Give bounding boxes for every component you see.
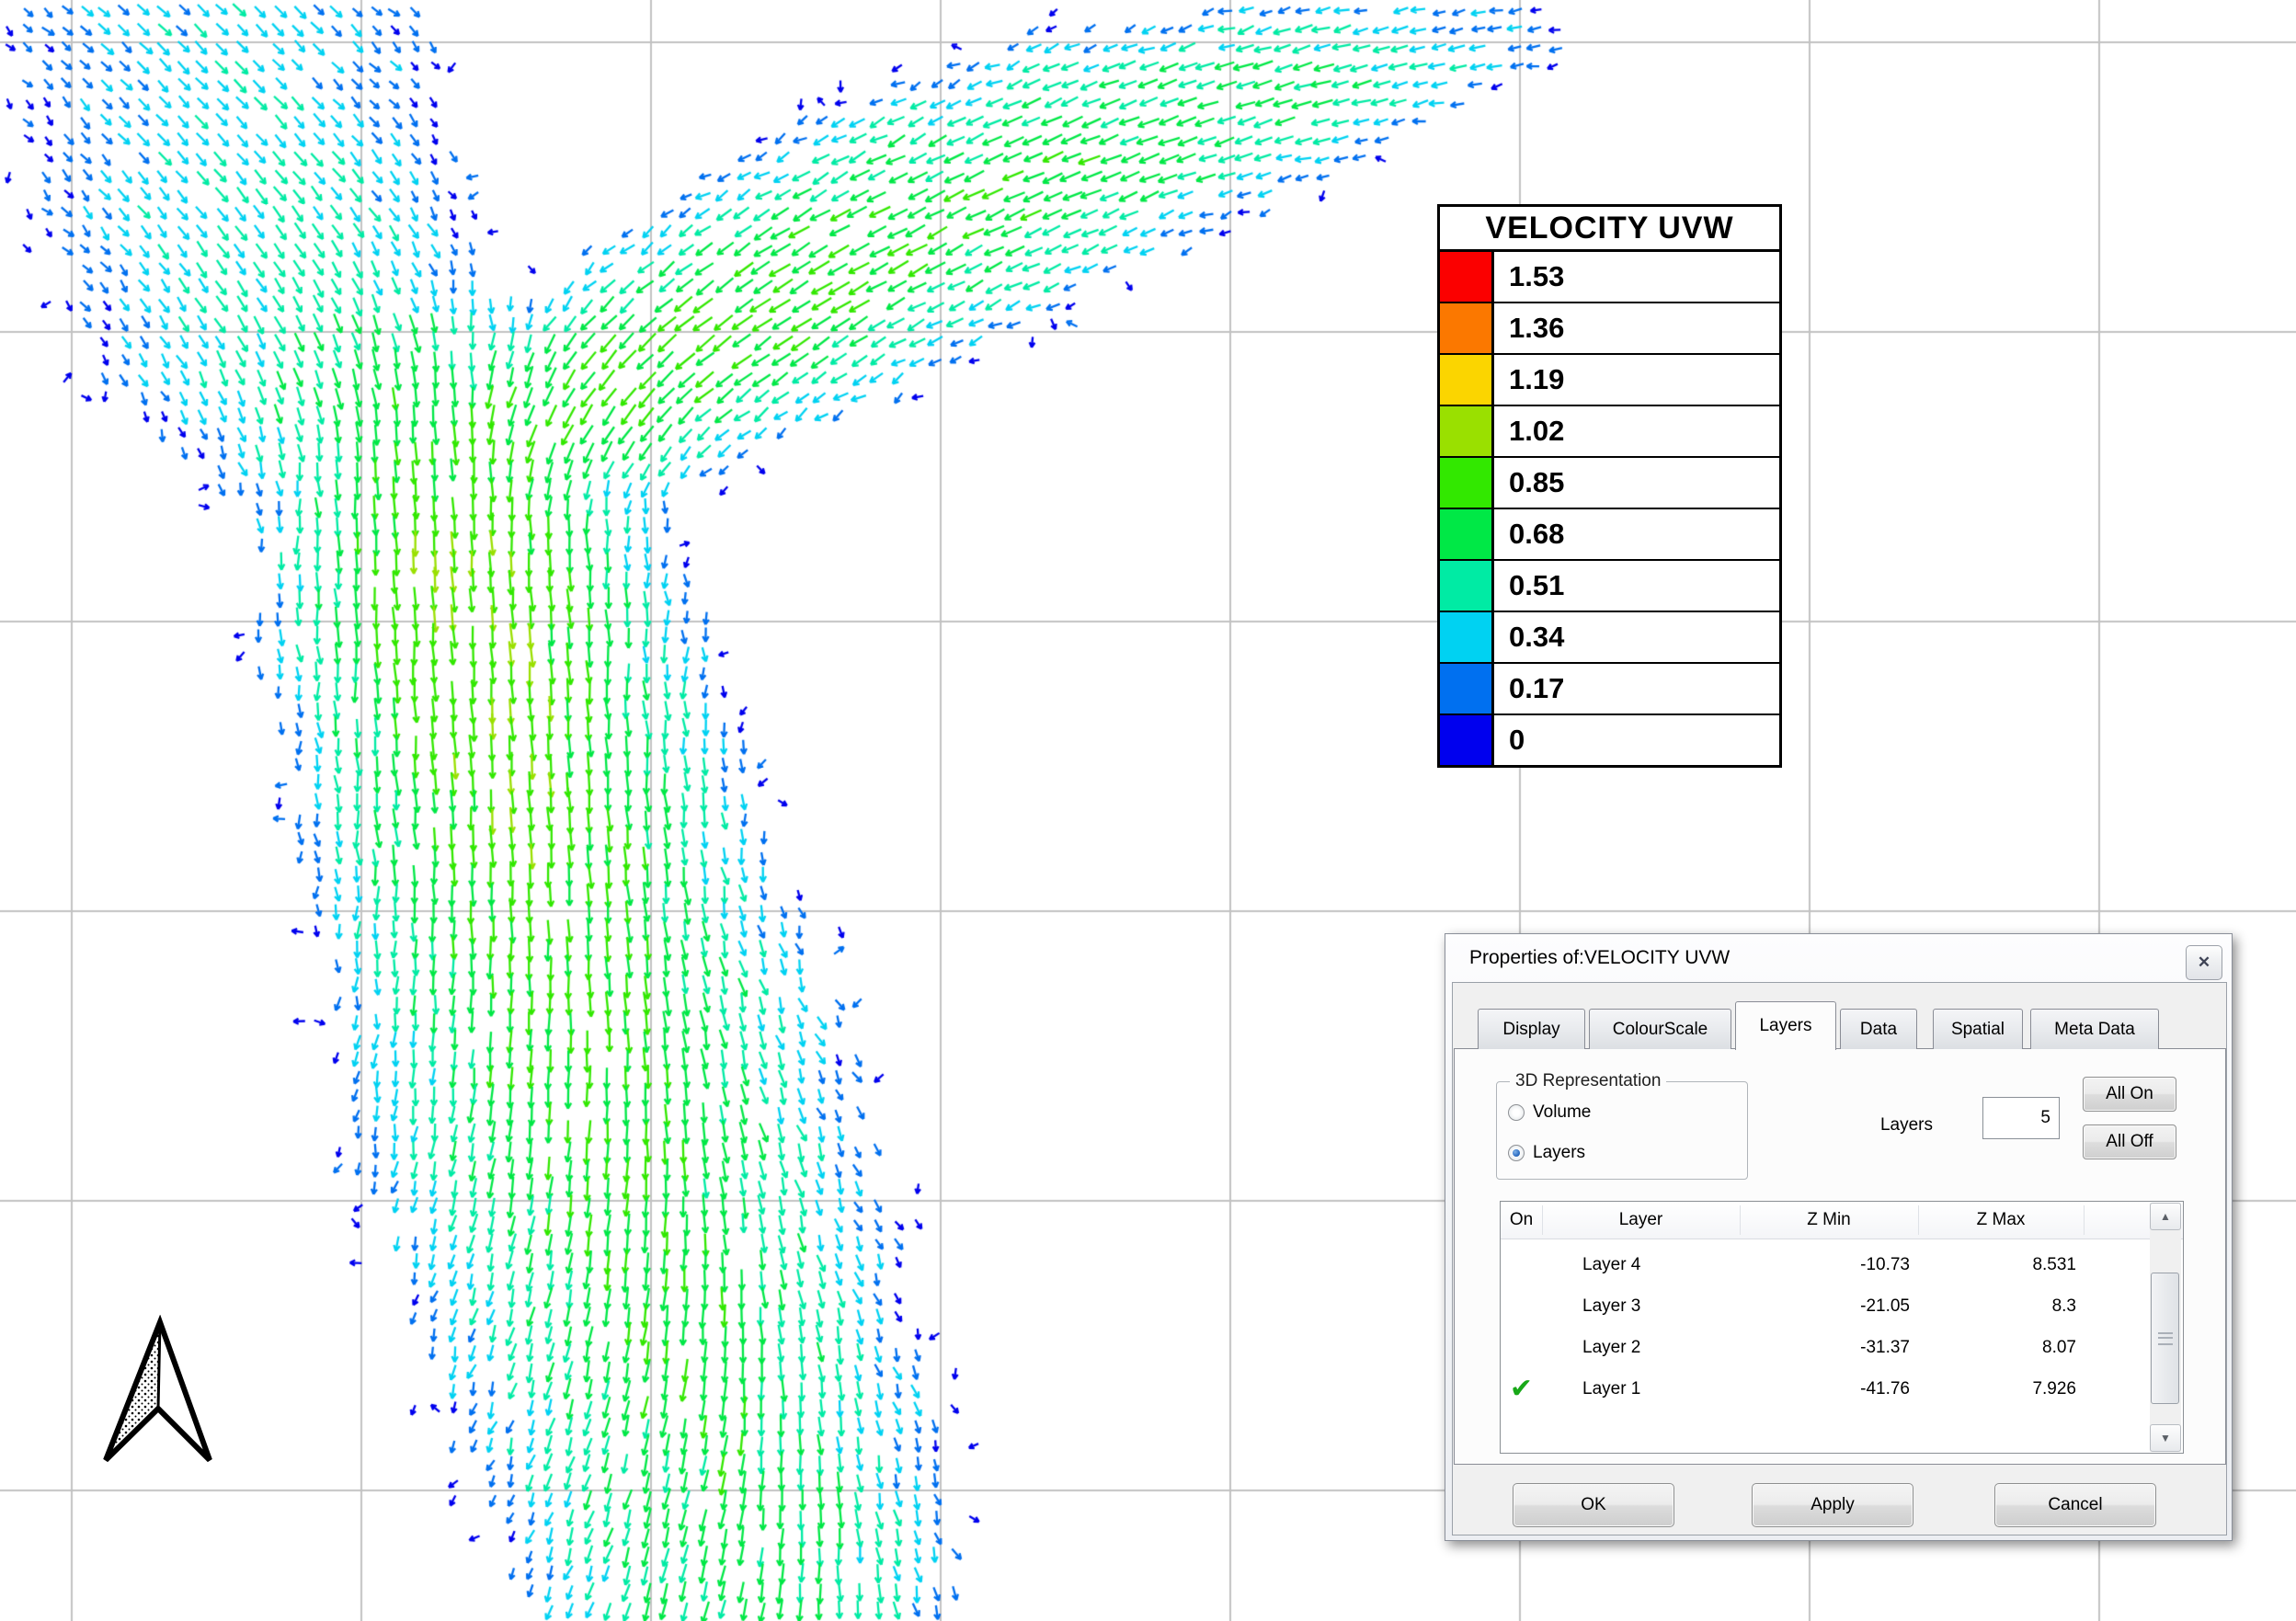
legend-row: 0.17 — [1440, 664, 1779, 715]
legend-row: 0.68 — [1440, 509, 1779, 561]
apply-button[interactable]: Apply — [1752, 1483, 1913, 1527]
legend-title: VELOCITY UVW — [1440, 207, 1779, 252]
legend-swatch — [1440, 561, 1494, 611]
table-row[interactable]: ✔ Layer 1 -41.76 7.926 — [1501, 1368, 2144, 1410]
scroll-down-icon[interactable]: ▼ — [2150, 1424, 2181, 1452]
legend-swatch — [1440, 252, 1494, 302]
legend-value: 1.02 — [1494, 406, 1779, 456]
column-header-layer[interactable]: Layer — [1542, 1202, 1740, 1239]
representation-group-label: 3D Representation — [1510, 1071, 1666, 1091]
row-check[interactable] — [1501, 1327, 1542, 1368]
row-zmin: -41.76 — [1740, 1368, 1910, 1410]
row-check[interactable] — [1501, 1244, 1542, 1285]
row-zmin: -21.05 — [1740, 1285, 1910, 1327]
row-layer-name: Layer 4 — [1582, 1244, 1640, 1285]
representation-group: 3D Representation Volume Layers — [1496, 1081, 1748, 1180]
row-zmin: -10.73 — [1740, 1244, 1910, 1285]
column-header-zmax[interactable]: Z Max — [1918, 1202, 2084, 1239]
row-zmax: 8.531 — [1918, 1244, 2076, 1285]
legend-value: 0.17 — [1494, 664, 1779, 713]
scrollbar-grip — [2158, 1332, 2173, 1345]
legend-value: 0.51 — [1494, 561, 1779, 611]
row-zmax: 7.926 — [1918, 1368, 2076, 1410]
tab-spatial[interactable]: Spatial — [1933, 1009, 2023, 1049]
layers-table-header: On Layer Z Min Z Max — [1501, 1202, 2183, 1239]
ok-button[interactable]: OK — [1513, 1483, 1674, 1527]
dialog-title: Properties of:VELOCITY UVW — [1469, 947, 1730, 969]
legend-row: 0 — [1440, 715, 1779, 765]
radio-layers-circle[interactable] — [1508, 1145, 1525, 1161]
legend-swatch — [1440, 458, 1494, 508]
row-layer-name: Layer 2 — [1582, 1327, 1640, 1368]
tab-meta-data[interactable]: Meta Data — [2030, 1009, 2159, 1049]
column-header-zmin[interactable]: Z Min — [1740, 1202, 1918, 1239]
row-zmin: -31.37 — [1740, 1327, 1910, 1368]
legend-value: 1.19 — [1494, 355, 1779, 405]
tab-layers[interactable]: Layers — [1735, 1001, 1836, 1050]
column-separator — [1542, 1205, 1543, 1235]
layers-count-label: Layers — [1850, 1115, 1933, 1136]
radio-volume-circle[interactable] — [1508, 1104, 1525, 1121]
row-layer-name: Layer 3 — [1582, 1285, 1640, 1327]
column-separator — [1918, 1205, 1919, 1235]
all-on-button[interactable]: All On — [2083, 1077, 2176, 1112]
tab-data[interactable]: Data — [1840, 1009, 1917, 1049]
legend-swatch — [1440, 355, 1494, 405]
table-row[interactable]: Layer 3 -21.05 8.3 — [1501, 1285, 2144, 1327]
legend-value: 0.85 — [1494, 458, 1779, 508]
legend-value: 0 — [1494, 715, 1779, 765]
radio-layers[interactable]: Layers — [1508, 1143, 1585, 1163]
row-check[interactable] — [1501, 1285, 1542, 1327]
legend-swatch — [1440, 715, 1494, 765]
scrollbar-thumb[interactable] — [2151, 1273, 2179, 1404]
column-separator — [2084, 1205, 2085, 1235]
radio-volume-label: Volume — [1533, 1102, 1591, 1123]
legend-swatch — [1440, 612, 1494, 662]
legend-swatch — [1440, 303, 1494, 353]
all-off-button[interactable]: All Off — [2083, 1124, 2176, 1159]
legend-row: 0.85 — [1440, 458, 1779, 509]
layers-table: On Layer Z Min Z Max Layer 4 -10.73 8.53… — [1500, 1201, 2184, 1454]
app-viewport: { "map": { "background": "#ffffff", "gri… — [0, 0, 2296, 1621]
legend-row: 1.36 — [1440, 303, 1779, 355]
legend-value: 1.53 — [1494, 252, 1779, 302]
legend: VELOCITY UVW 1.53 1.36 1.19 1.02 0.85 0.… — [1437, 204, 1782, 768]
tab-colourscale[interactable]: ColourScale — [1589, 1009, 1731, 1049]
legend-row: 1.53 — [1440, 252, 1779, 303]
table-scrollbar[interactable]: ▲ ▼ — [2150, 1203, 2181, 1452]
legend-swatch — [1440, 509, 1494, 559]
legend-row: 0.34 — [1440, 612, 1779, 664]
row-zmax: 8.07 — [1918, 1327, 2076, 1368]
legend-swatch — [1440, 406, 1494, 456]
row-layer-name: Layer 1 — [1582, 1368, 1640, 1410]
legend-row: 1.19 — [1440, 355, 1779, 406]
check-icon[interactable]: ✔ — [1501, 1368, 1542, 1410]
tab-display[interactable]: Display — [1478, 1009, 1585, 1049]
radio-volume[interactable]: Volume — [1508, 1102, 1591, 1123]
table-row[interactable]: Layer 2 -31.37 8.07 — [1501, 1327, 2144, 1368]
legend-swatch — [1440, 664, 1494, 713]
legend-value: 0.68 — [1494, 509, 1779, 559]
row-zmax: 8.3 — [1918, 1285, 2076, 1327]
legend-row: 0.51 — [1440, 561, 1779, 612]
legend-value: 1.36 — [1494, 303, 1779, 353]
legend-row: 1.02 — [1440, 406, 1779, 458]
scroll-up-icon[interactable]: ▲ — [2150, 1203, 2181, 1230]
close-icon[interactable]: ✕ — [2186, 945, 2222, 980]
column-separator — [1740, 1205, 1741, 1235]
layers-count-field[interactable]: 5 — [1982, 1097, 2060, 1139]
radio-layers-label: Layers — [1533, 1143, 1585, 1163]
legend-value: 0.34 — [1494, 612, 1779, 662]
north-arrow-icon — [92, 1315, 221, 1473]
column-header-on[interactable]: On — [1501, 1202, 1542, 1239]
properties-dialog: Properties of:VELOCITY UVW ✕ Display Col… — [1445, 933, 2233, 1541]
cancel-button[interactable]: Cancel — [1994, 1483, 2156, 1527]
table-row[interactable]: Layer 4 -10.73 8.531 — [1501, 1244, 2144, 1285]
